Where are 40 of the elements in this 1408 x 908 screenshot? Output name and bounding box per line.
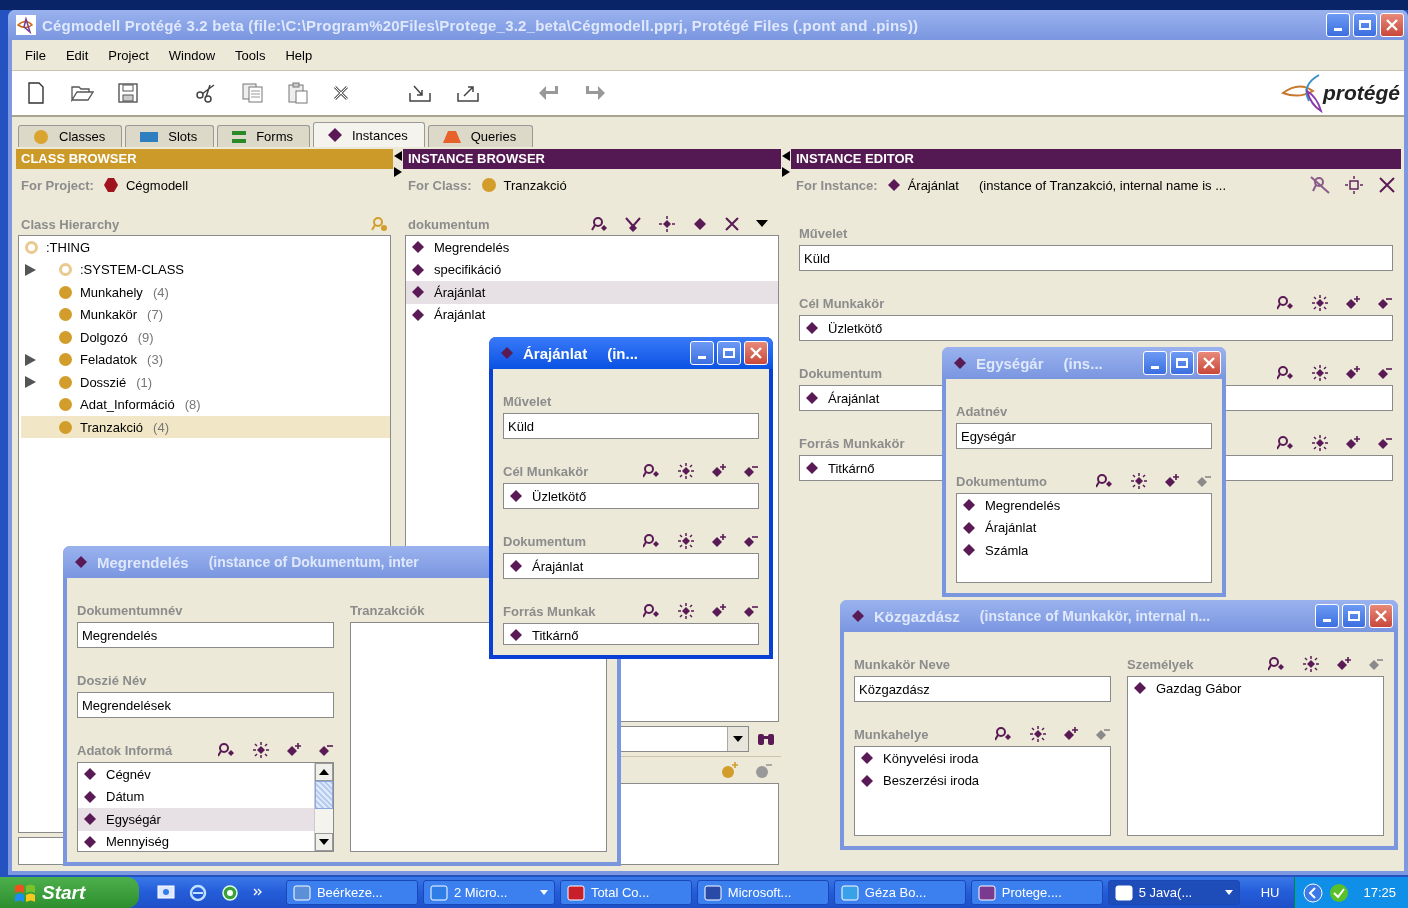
panel-header: CLASS BROWSER [16,149,393,169]
logo-text: protégé [1323,81,1400,105]
panel-header: INSTANCE EDITOR [791,149,1401,169]
slot-label: Forrás Munkakör [799,435,905,451]
window-subtitle: (instance of Munkakör, internal n... [979,608,1211,624]
section-label: dokumentum [408,216,490,232]
window-subtitle: (instance of Dokumentum, inter [208,554,419,570]
field-label: For Instance: [796,177,878,193]
slot-label: Adatnév [956,403,1008,419]
slot-label: Dokumentumo [956,473,1047,489]
window-title: Egységár [976,354,1044,372]
slot-label: Cél Munkakör [503,463,589,479]
slot-label: Forrás Munkak [503,603,596,619]
slot-label: Adatok Informá [77,742,173,758]
class-name: Tranzakció [503,177,567,193]
project-name: Cégmodell [125,177,189,193]
section-label: Class Hierarchy [21,216,120,232]
window-title: Árajánlat [523,344,588,362]
clock: 17:25 [1363,885,1396,900]
field-label: For Class: [408,177,472,193]
slot-label: Munkahelye [854,726,929,742]
slot-label: Munkakör Neve [854,656,951,672]
instance-note: (instance of Tranzakció, internal name is ... [978,177,1227,193]
slot-label: Személyek [1127,656,1194,672]
window-title: Cégmodell Protégé 3.2 beta (file:\C:\Program%20Files\Protege_3.2_beta\Cégmodell.pprj, Protégé Files (.pont and .pins)) [42,16,920,34]
window-subtitle: (ins... [1063,354,1103,372]
field-label: For Project: [21,177,94,193]
slot-label: Művelet [503,393,552,409]
panel-header: INSTANCE BROWSER [403,149,781,169]
window-title: Megrendelés [97,553,189,571]
slot-label: Cél Munkakör [799,295,885,311]
slot-label: Doszié Név [77,672,147,688]
slot-label: Dokumentum [799,365,883,381]
window-title: Közgazdász [874,607,960,625]
slot-label: Dokumentum [503,533,587,549]
slot-label: Művelet [799,225,848,241]
window-subtitle: (in... [607,344,639,362]
instance-name: Árajánlat [907,177,959,193]
slot-label: Tranzakciók [350,602,425,618]
slot-label: Dokumentumnév [77,602,183,618]
